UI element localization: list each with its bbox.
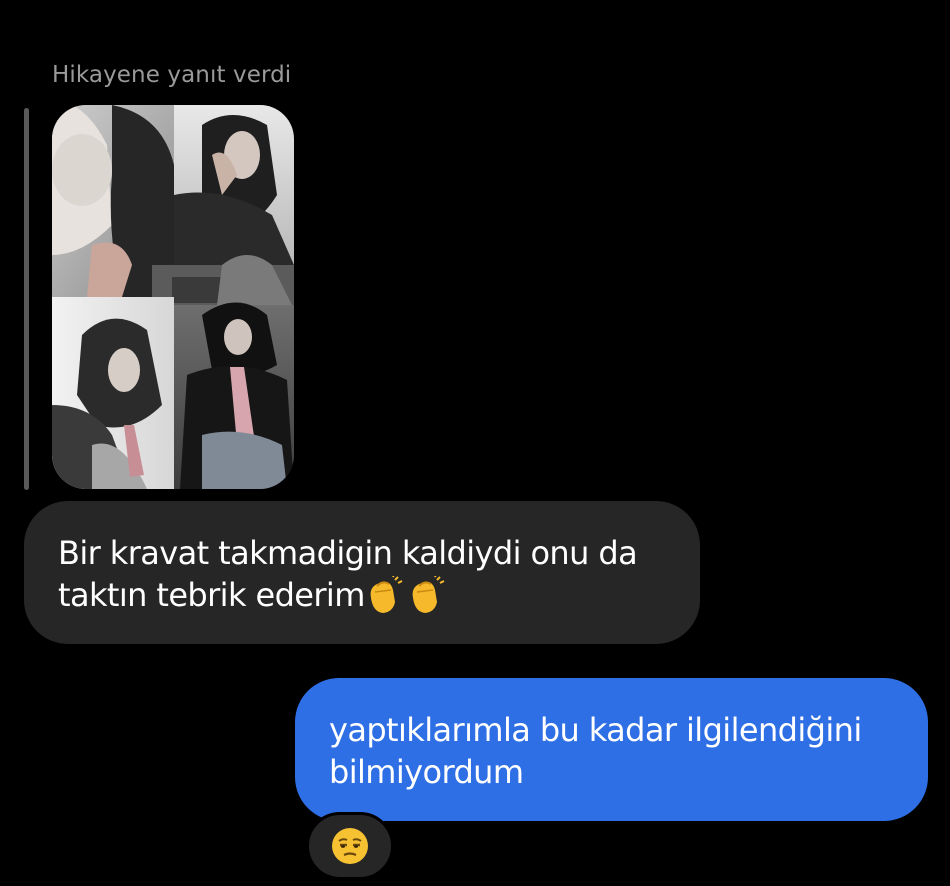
sent-message-bubble[interactable]: yaptıklarımla bu kadar ilgilendiğini bil… bbox=[295, 678, 928, 821]
clapping-hands-emoji-icon bbox=[365, 573, 445, 616]
received-message-bubble[interactable]: Bir kravat takmadigin kaldiydi onu da ta… bbox=[24, 501, 700, 644]
received-message-line-2: taktın tebrik ederim bbox=[58, 573, 670, 616]
message-reaction[interactable] bbox=[306, 812, 394, 880]
sent-message-line-2: bilmiyordum bbox=[329, 753, 524, 791]
received-message-line-1: Bir kravat takmadigin kaldiydi onu da bbox=[58, 534, 638, 572]
story-thumbnail[interactable] bbox=[52, 105, 294, 489]
story-reply-label: Hikayene yanıt verdi bbox=[52, 62, 292, 88]
sent-message-line-1: yaptıklarımla bu kadar ilgilendiğini bbox=[329, 711, 862, 749]
quote-bar bbox=[24, 108, 29, 490]
unamused-face-emoji-icon bbox=[332, 828, 368, 864]
received-message-line-2-text: taktın tebrik ederim bbox=[58, 576, 365, 614]
story-collage-image bbox=[52, 105, 294, 489]
